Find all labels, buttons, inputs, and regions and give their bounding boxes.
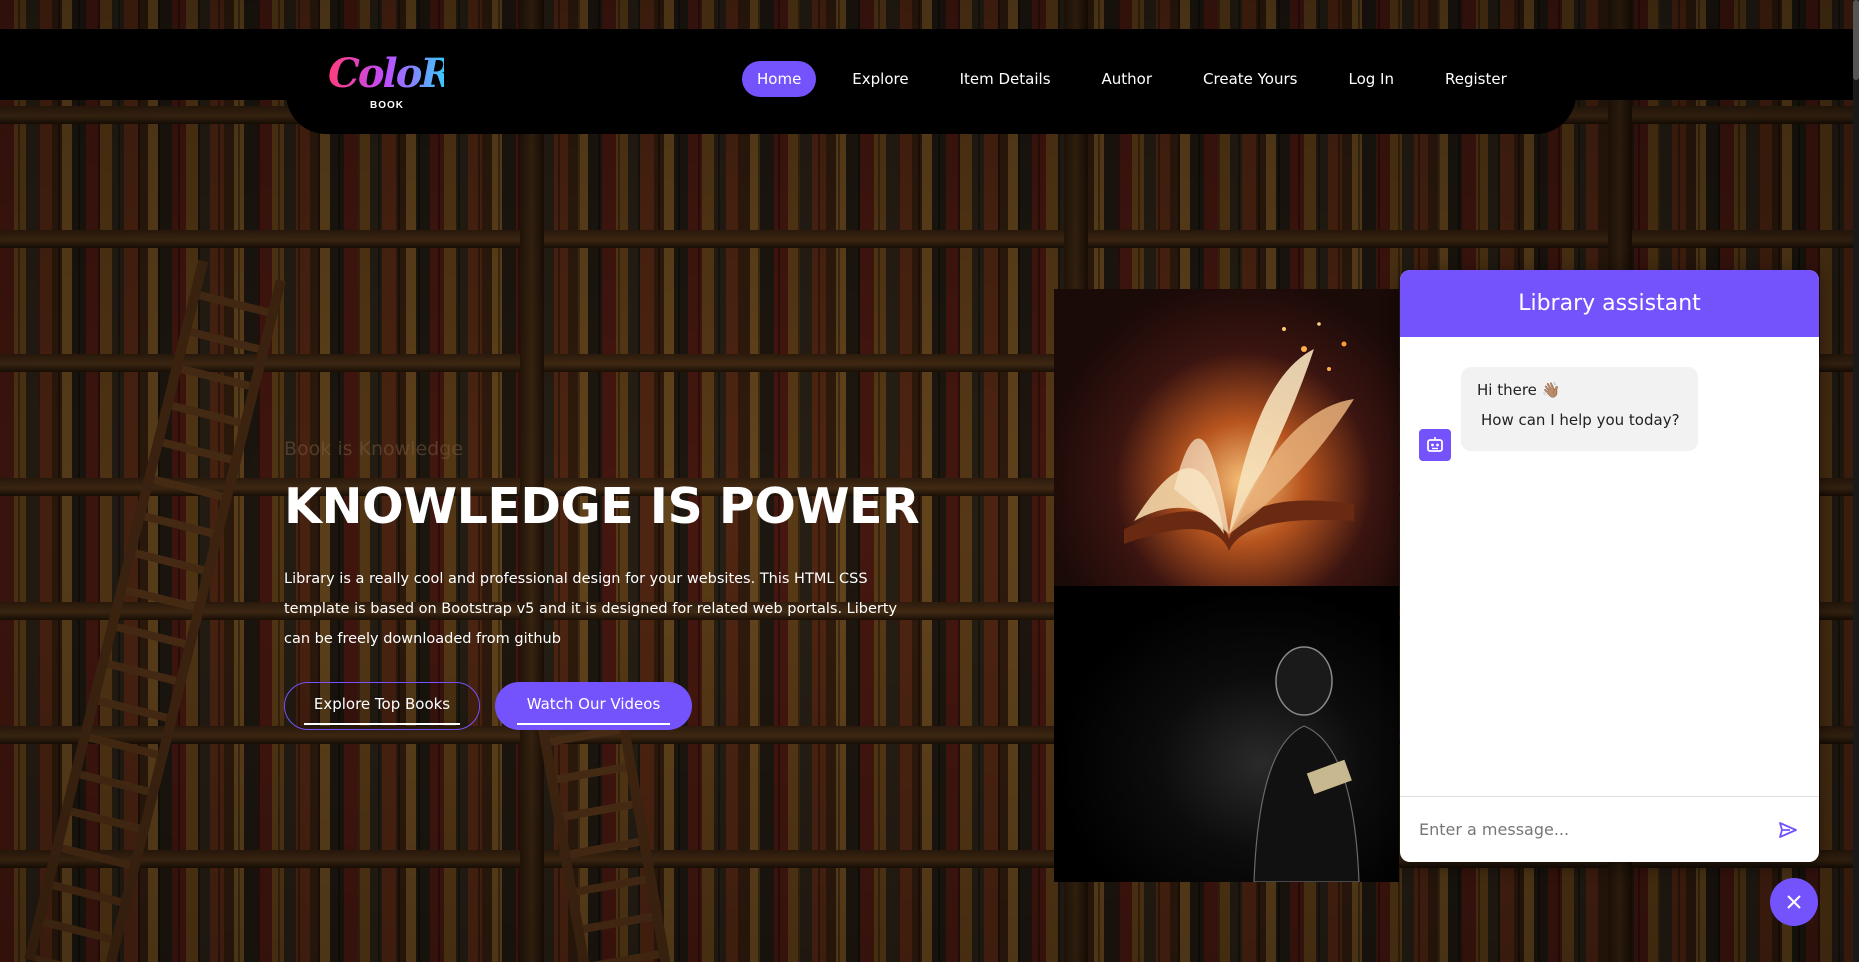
- chat-messages: Hi there 👋🏽 How can I help you today?: [1400, 337, 1819, 792]
- site-logo[interactable]: ColoR BOOK: [328, 50, 454, 114]
- nav-home[interactable]: Home: [742, 61, 817, 97]
- nav-register[interactable]: Register: [1430, 61, 1522, 97]
- scrollbar-thumb[interactable]: [1853, 0, 1859, 80]
- nav-login[interactable]: Log In: [1333, 61, 1409, 97]
- chat-header: Library assistant: [1400, 270, 1819, 337]
- logo-subtitle: BOOK: [370, 100, 404, 111]
- explore-top-books-label: Explore Top Books: [303, 695, 461, 725]
- main-nav: Home Explore Item Details Author Create …: [742, 61, 1543, 97]
- bot-message-bubble: Hi there 👋🏽 How can I help you today?: [1461, 367, 1698, 451]
- chat-widget: Library assistant Hi there 👋🏽 How can I …: [1400, 270, 1819, 862]
- nav-explore[interactable]: Explore: [837, 61, 923, 97]
- chat-title: Library assistant: [1518, 291, 1701, 316]
- reader-silhouette-image: [1054, 586, 1399, 882]
- nav-author[interactable]: Author: [1087, 61, 1168, 97]
- watch-videos-label: Watch Our Videos: [516, 695, 670, 725]
- explore-top-books-button[interactable]: Explore Top Books: [284, 682, 480, 730]
- close-icon[interactable]: [1770, 878, 1818, 926]
- robot-icon: [1419, 429, 1451, 461]
- send-icon[interactable]: [1776, 818, 1800, 842]
- logo-text: ColoR: [328, 50, 454, 97]
- hero-title: KNOWLEDGE IS POWER: [284, 478, 920, 535]
- nav-create-yours[interactable]: Create Yours: [1188, 61, 1312, 97]
- open-book-image: [1054, 289, 1399, 586]
- bot-message-line2: How can I help you today?: [1481, 411, 1680, 429]
- watch-videos-button[interactable]: Watch Our Videos: [495, 682, 692, 730]
- hero-description: Library is a really cool and professiona…: [284, 571, 898, 647]
- chat-input-row: [1400, 796, 1819, 862]
- page-scrollbar[interactable]: [1853, 0, 1859, 962]
- chat-message-input[interactable]: [1419, 820, 1776, 839]
- hero-kicker: Book is Knowledge: [284, 438, 463, 460]
- bot-message-line1: Hi there 👋🏽: [1477, 381, 1561, 399]
- nav-item-details[interactable]: Item Details: [945, 61, 1066, 97]
